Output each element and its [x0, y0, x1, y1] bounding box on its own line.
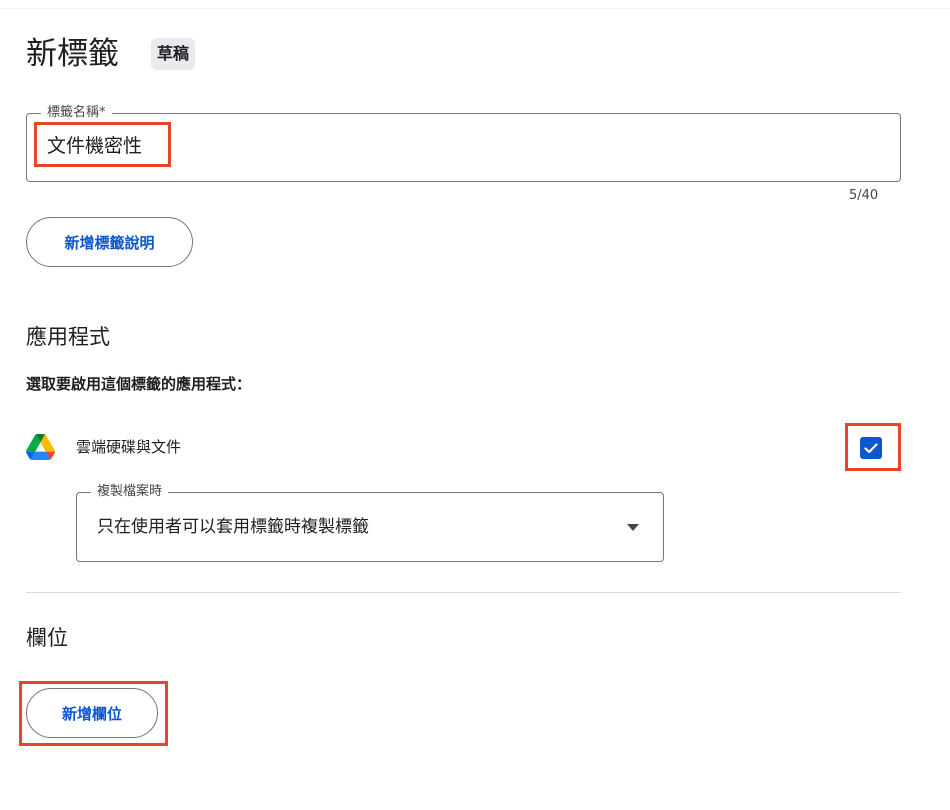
copy-file-behavior-value: 只在使用者可以套用標籤時複製標籤 — [97, 517, 369, 537]
label-name-value[interactable]: 文件機密性 — [47, 133, 142, 159]
add-field-button[interactable]: 新增欄位 — [26, 688, 158, 738]
top-divider — [0, 8, 950, 9]
fields-section-heading: 欄位 — [26, 626, 68, 650]
character-counter: 5/40 — [849, 188, 879, 203]
apps-section-subtitle: 選取要啟用這個標籤的應用程式： — [26, 375, 252, 393]
apps-section-heading: 應用程式 — [26, 325, 110, 349]
label-name-field[interactable]: 標籤名稱* 文件機密性 — [26, 105, 901, 182]
copy-file-behavior-select[interactable]: 複製檔案時 只在使用者可以套用標籤時複製標籤 — [76, 484, 664, 562]
draft-badge: 草稿 — [151, 38, 196, 70]
dropdown-arrow-icon[interactable] — [627, 524, 639, 531]
section-divider — [26, 592, 901, 593]
page-title: 新標籤 — [26, 36, 119, 72]
add-label-description-button[interactable]: 新增標籤說明 — [26, 217, 193, 267]
google-drive-icon — [26, 434, 55, 460]
drive-app-checkbox[interactable] — [860, 437, 882, 459]
copy-file-behavior-label: 複製檔案時 — [91, 484, 169, 500]
label-name-field-label: 標籤名稱* — [41, 105, 112, 121]
app-name-drive: 雲端硬碟與文件 — [76, 438, 182, 456]
checkmark-icon — [864, 443, 878, 454]
label-editor-page: 新標籤 草稿 標籤名稱* 文件機密性 5/40 新增標籤說明 應用程式 選取要啟… — [0, 0, 950, 810]
